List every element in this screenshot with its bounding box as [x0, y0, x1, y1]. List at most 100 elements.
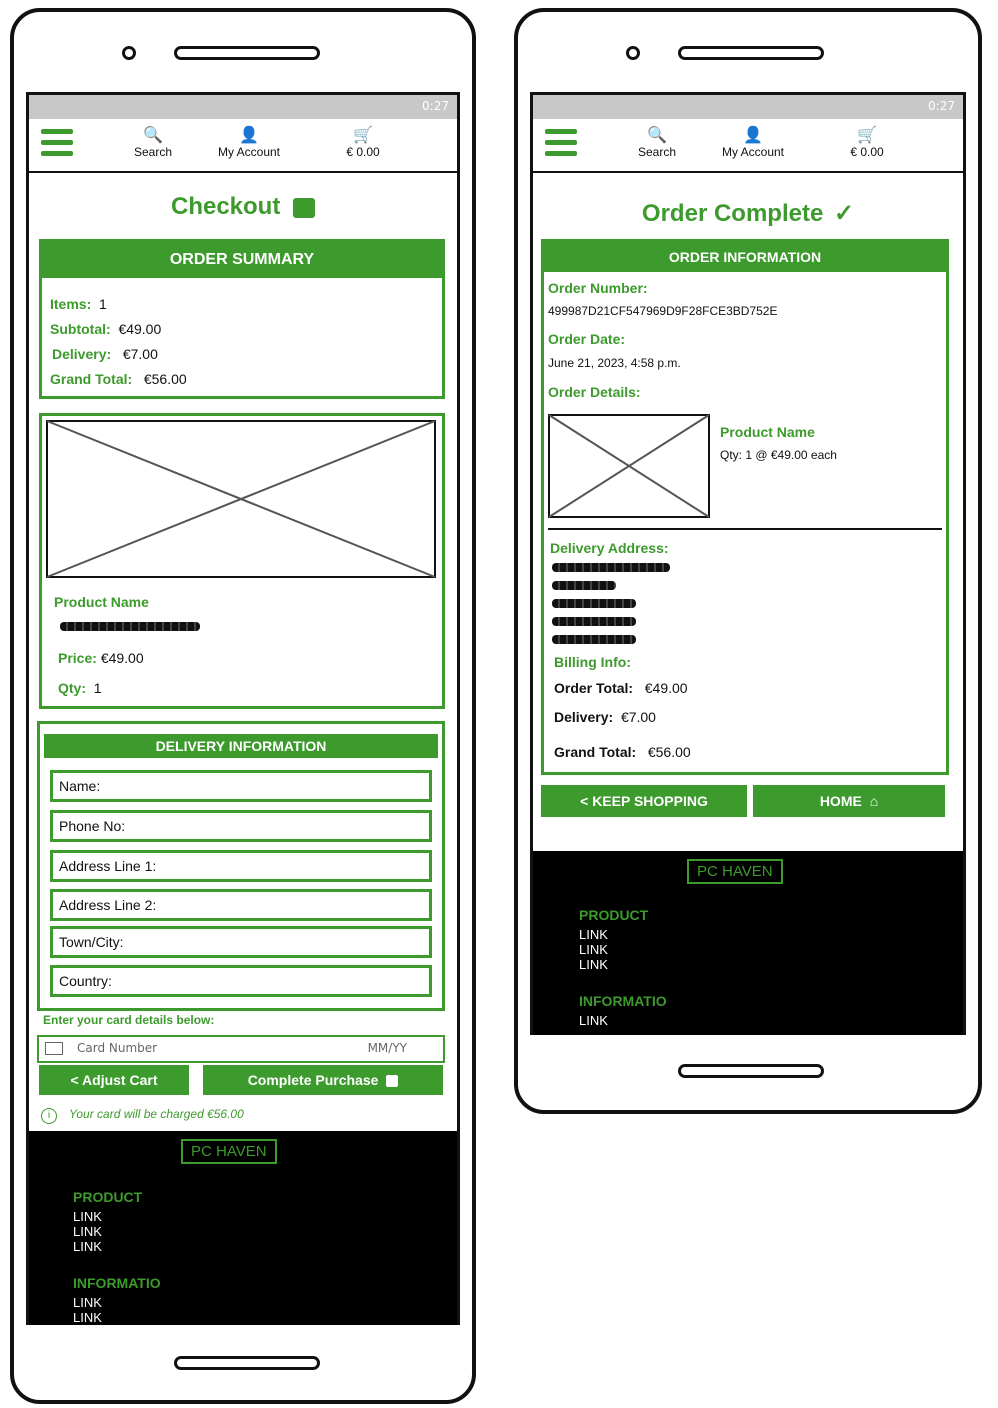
summary-items: Items: 1: [50, 296, 107, 312]
charge-note: i Your card will be charged €56.00: [41, 1107, 244, 1124]
complete-purchase-button[interactable]: Complete Purchase: [203, 1065, 443, 1095]
footer-brand[interactable]: PC HAVEN: [687, 859, 783, 884]
card-input[interactable]: Card Number MM/YY: [37, 1035, 445, 1063]
footer-link[interactable]: LINK: [73, 1239, 102, 1254]
page-title: Order Complete ✓: [533, 199, 963, 228]
product-name: Product Name: [54, 594, 149, 610]
account-icon: 👤: [239, 127, 259, 144]
navbar: 🔍 Search 👤 My Account 🛒 € 0.00: [533, 119, 963, 173]
account-icon: 👤: [743, 127, 763, 144]
town-field[interactable]: Town/City:: [50, 926, 432, 958]
country-field[interactable]: Country:: [50, 965, 432, 997]
footer-link[interactable]: LINK: [73, 1224, 102, 1239]
product-image: [46, 420, 436, 578]
order-grand-label: Grand Total:: [554, 744, 637, 760]
order-total-label: Order Total:: [554, 680, 634, 696]
grand-label: Grand Total:: [50, 371, 133, 387]
home-label: HOME: [819, 793, 862, 809]
address-scribble: [552, 581, 616, 590]
card-prompt: Enter your card details below:: [43, 1013, 215, 1027]
status-bar: 0:27: [533, 95, 963, 119]
product-description-scribble: [60, 622, 200, 631]
checkout-screen: 0:27 🔍 Search 👤 My Account 🛒 € 0.00 Checkou…: [26, 92, 460, 1325]
complete-screen: 0:27 🔍 Search 👤 My Account 🛒 € 0.00 Order C…: [530, 92, 966, 1035]
nav-cart[interactable]: 🛒 € 0.00: [333, 127, 393, 159]
summary-grand: Grand Total: €56.00: [50, 371, 187, 387]
nav-cart[interactable]: 🛒 € 0.00: [837, 127, 897, 159]
navbar: 🔍 Search 👤 My Account 🛒 € 0.00: [29, 119, 457, 173]
delivery-info-box: DELIVERY INFORMATION Name: Phone No: Add…: [37, 721, 445, 1011]
footer-brand[interactable]: PC HAVEN: [181, 1139, 277, 1164]
nav-account[interactable]: 👤 My Account: [209, 127, 289, 159]
search-icon: 🔍: [647, 127, 667, 144]
price-label: Price:: [58, 650, 97, 666]
nav-account[interactable]: 👤 My Account: [713, 127, 793, 159]
items-label: Items:: [50, 296, 92, 312]
page-title: Checkout: [29, 193, 457, 221]
address2-field[interactable]: Address Line 2:: [50, 889, 432, 921]
footer: PC HAVEN PRODUCT LINK LINK LINK INFORMAT…: [29, 1131, 457, 1325]
camera-icon: [626, 46, 640, 60]
cart-icon: 🛒: [353, 127, 373, 144]
order-info-box: ORDER INFORMATION Order Number: 499987D2…: [541, 239, 949, 775]
delivery-value: €7.00: [122, 346, 158, 362]
cart-icon: 🛒: [857, 127, 877, 144]
order-total: Order Total: €49.00: [554, 680, 688, 696]
nav-search[interactable]: 🔍 Search: [627, 127, 687, 159]
page-title-text: Order Complete: [641, 200, 824, 227]
product-thumbnail: [548, 414, 710, 518]
delivery-info-header: DELIVERY INFORMATION: [44, 734, 438, 758]
footer-link[interactable]: LINK: [579, 1013, 608, 1028]
order-number-value: 499987D21CF547969D9F28FCE3BD752E: [548, 304, 778, 318]
footer-link[interactable]: LINK: [73, 1295, 102, 1310]
nav-search-label: Search: [133, 145, 173, 159]
address-scribble: [552, 599, 636, 608]
footer-link[interactable]: LINK: [73, 1310, 102, 1325]
camera-icon: [122, 46, 136, 60]
footer-link[interactable]: LINK: [579, 957, 608, 972]
footer-info-heading: INFORMATIO: [73, 1275, 161, 1291]
menu-icon[interactable]: [545, 129, 577, 162]
summary-subtotal: Subtotal: €49.00: [50, 321, 161, 337]
order-grand-value: €56.00: [647, 744, 691, 760]
name-field[interactable]: Name:: [50, 770, 432, 802]
price-value: €49.00: [100, 650, 144, 666]
footer-link[interactable]: LINK: [73, 1209, 102, 1224]
nav-cart-label: € 0.00: [850, 145, 884, 159]
keep-shopping-button[interactable]: < KEEP SHOPPING: [541, 785, 747, 817]
menu-icon[interactable]: [41, 129, 73, 162]
complete-purchase-label: Complete Purchase: [247, 1072, 379, 1088]
phone-field[interactable]: Phone No:: [50, 810, 432, 842]
order-date-label: Order Date:: [548, 331, 626, 347]
subtotal-value: €49.00: [118, 321, 162, 337]
order-total-value: €49.00: [644, 680, 688, 696]
search-icon: 🔍: [143, 127, 163, 144]
address-scribble: [552, 563, 670, 572]
delivery-address-label: Delivery Address:: [550, 540, 669, 556]
nav-account-label: My Account: [721, 145, 785, 159]
grand-value: €56.00: [143, 371, 187, 387]
home-button[interactable]: HOME ⌂: [753, 785, 945, 817]
order-number-label: Order Number:: [548, 280, 648, 296]
nav-search-label: Search: [637, 145, 677, 159]
bag-icon: [293, 197, 316, 218]
subtotal-label: Subtotal:: [50, 321, 111, 337]
order-delivery: Delivery: €7.00: [554, 709, 656, 725]
nav-account-label: My Account: [217, 145, 281, 159]
product-card: Product Name Price: €49.00 Qty: 1: [39, 413, 445, 709]
status-time: 0:27: [422, 99, 449, 113]
adjust-cart-button[interactable]: < Adjust Cart: [39, 1065, 189, 1095]
footer-link[interactable]: LINK: [579, 942, 608, 957]
divider: [548, 528, 942, 530]
footer-product-heading: PRODUCT: [73, 1189, 143, 1205]
nav-cart-label: € 0.00: [346, 145, 380, 159]
order-product-name: Product Name: [720, 424, 815, 440]
footer-link[interactable]: LINK: [579, 927, 608, 942]
card-icon: [45, 1042, 63, 1055]
address1-field[interactable]: Address Line 1:: [50, 850, 432, 882]
footer: PC HAVEN PRODUCT LINK LINK LINK INFORMAT…: [533, 851, 963, 1035]
nav-search[interactable]: 🔍 Search: [123, 127, 183, 159]
card-expiry-placeholder: MM/YY: [367, 1041, 407, 1055]
footer-info-heading: INFORMATIO: [579, 993, 667, 1009]
qty-label: Qty:: [58, 680, 86, 696]
